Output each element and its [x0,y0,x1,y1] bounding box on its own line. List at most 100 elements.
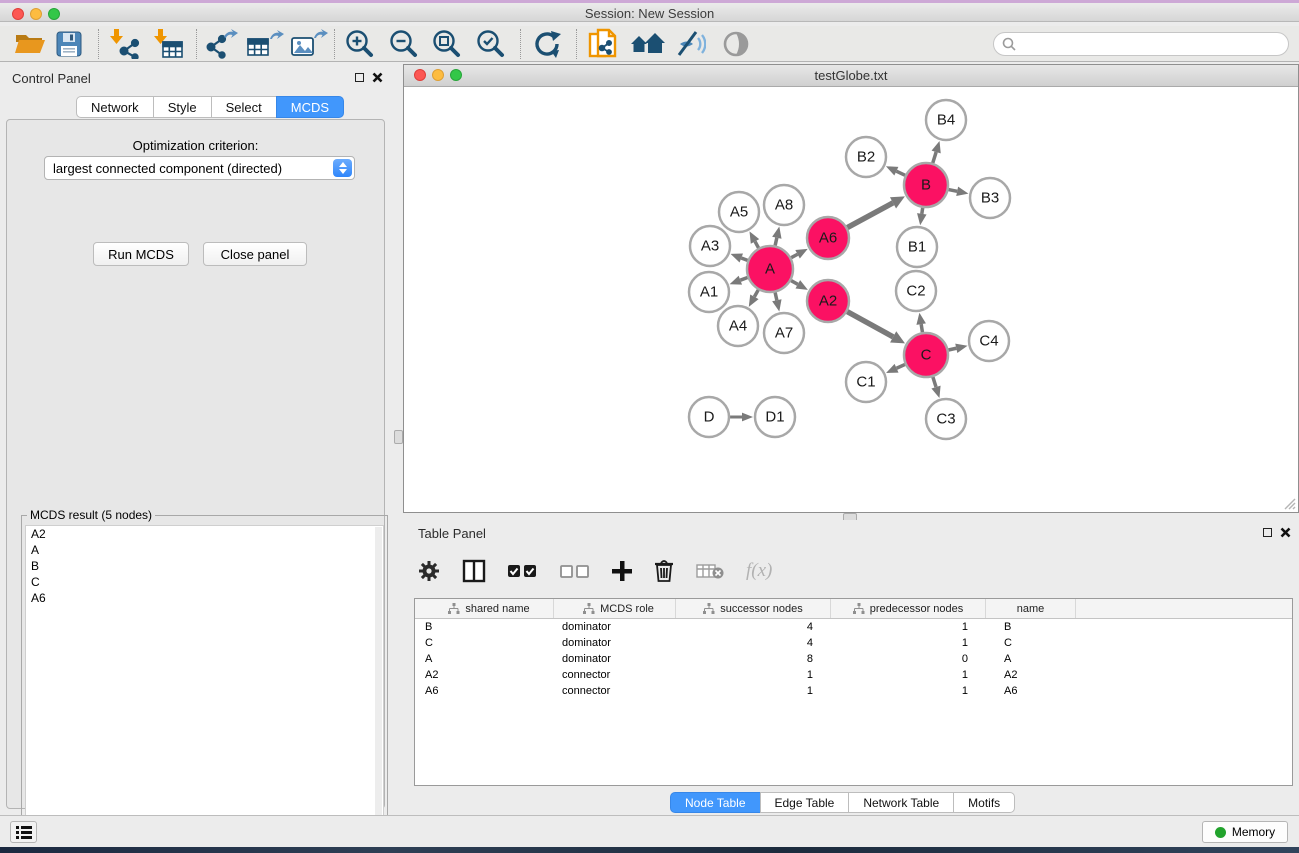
search-field[interactable] [993,32,1289,56]
network-view-window: testGlobe.txt AA6A2BCA5A8A3A1A4A7B2B4B3B… [403,64,1299,513]
graph-edge[interactable] [949,190,958,192]
shared-column-icon [448,603,460,615]
list-item[interactable]: A [26,542,383,558]
close-panel-icon[interactable] [372,72,383,83]
list-item[interactable]: A6 [26,590,383,606]
tab-select[interactable]: Select [211,96,277,118]
graph-edge[interactable] [741,258,747,260]
close-panel-button[interactable]: Close panel [203,242,307,266]
graph-edge[interactable] [740,277,747,280]
graph-edge[interactable] [791,254,797,257]
float-panel-icon[interactable] [1263,528,1272,537]
graph-node-label: A [765,261,775,278]
graph-node-label: D1 [765,409,784,426]
export-table-icon[interactable] [246,27,284,61]
main-toolbar [0,26,1299,62]
clone-network-icon[interactable] [588,27,620,61]
resize-grip-icon[interactable] [1282,496,1296,510]
shared-column-icon [853,603,865,615]
zoom-selected-icon[interactable] [475,27,505,61]
column-header-mcds-role[interactable]: MCDS role [554,599,676,618]
tab-motifs[interactable]: Motifs [953,792,1015,813]
zoom-out-icon[interactable] [388,27,418,61]
graph-edge[interactable] [948,348,956,350]
graph-edge[interactable] [922,208,923,214]
column-header-shared-name[interactable]: shared name [415,599,554,618]
tab-edge-table[interactable]: Edge Table [760,792,850,813]
import-network-icon[interactable] [106,27,140,61]
shared-column-icon [703,603,715,615]
network-view-title: testGlobe.txt [404,68,1298,83]
graph-edge[interactable] [775,238,777,246]
table-row[interactable]: A6 connector 1 1 A6 [415,683,1292,699]
vertical-splitter-handle[interactable] [394,430,403,444]
zoom-fit-icon[interactable] [431,27,461,61]
scrollbar-track[interactable] [375,527,382,852]
select-all-checkboxes-icon[interactable] [508,564,538,578]
graph-node-label: C1 [856,374,875,391]
save-session-icon[interactable] [56,27,82,61]
graph-edge[interactable] [897,364,905,368]
dropdown-stepper-icon [333,159,352,177]
graph-edge[interactable] [754,290,758,297]
panel-list-button[interactable] [10,821,37,843]
home-icon[interactable] [630,27,666,61]
import-table-icon[interactable] [150,27,184,61]
add-column-icon[interactable] [612,561,632,581]
graph-edge[interactable] [755,241,759,247]
open-session-icon[interactable] [14,27,46,61]
graph-edge[interactable] [896,171,905,175]
graph-edge-arrowhead [955,344,967,353]
tab-node-table[interactable]: Node Table [670,792,761,813]
graph-edge[interactable] [775,292,777,300]
column-header-predecessor-nodes[interactable]: predecessor nodes [831,599,986,618]
column-header-name[interactable]: name [986,599,1076,618]
mcds-result-group: MCDS result (5 nodes) A2 A B C A6 [21,515,388,853]
network-window-titlebar[interactable]: testGlobe.txt [404,65,1298,87]
close-panel-icon[interactable] [1280,527,1291,538]
mcds-panel: Optimization criterion: largest connecte… [6,119,385,809]
status-bar: Memory [0,815,1299,847]
graph-node-label: C4 [979,333,998,350]
graph-edge[interactable] [847,203,893,228]
memory-button[interactable]: Memory [1202,821,1288,843]
deselect-all-checkboxes-icon[interactable] [560,564,590,578]
tab-style[interactable]: Style [153,96,212,118]
graph-edge[interactable] [921,324,922,332]
titlebar: Session: New Session [0,0,1299,22]
table-settings-gear-icon[interactable] [418,560,440,582]
export-image-icon[interactable] [290,27,328,61]
control-panel-tabs: Network Style Select MCDS [76,96,344,118]
list-item[interactable]: A2 [26,526,383,542]
graph-edge[interactable] [847,312,893,337]
table-row[interactable]: A2 connector 1 1 A2 [415,667,1292,683]
column-header-successor-nodes[interactable]: successor nodes [676,599,831,618]
search-input[interactable] [1020,37,1288,51]
hide-panels-icon[interactable] [674,27,706,61]
graph-edge[interactable] [791,281,798,285]
run-mcds-button[interactable]: Run MCDS [93,242,189,266]
tab-network-table[interactable]: Network Table [848,792,954,813]
refresh-view-icon[interactable] [532,27,562,61]
export-network-icon[interactable] [204,27,238,61]
column-selector-icon[interactable] [462,559,486,583]
graph-edge[interactable] [933,377,936,387]
delete-column-trash-icon[interactable] [654,559,674,583]
graph-edge-arrowhead [772,299,781,311]
graph-edge[interactable] [933,152,936,163]
window-title: Session: New Session [0,6,1299,21]
list-item[interactable]: B [26,558,383,574]
memory-status-icon [1215,827,1226,838]
graph-node-label: B3 [981,190,999,207]
criterion-dropdown[interactable]: largest connected component (directed) [44,156,355,180]
tab-mcds[interactable]: MCDS [276,96,344,118]
table-row[interactable]: B dominator 4 1 B [415,619,1292,635]
table-row[interactable]: C dominator 4 1 C [415,635,1292,651]
float-panel-icon[interactable] [355,73,364,82]
network-graph[interactable]: AA6A2BCA5A8A3A1A4A7B2B4B3B1C2C4C1C3DD1 [404,87,1298,512]
list-item[interactable]: C [26,574,383,590]
table-row[interactable]: A dominator 8 0 A [415,651,1292,667]
graph-node-label: A5 [730,204,748,221]
tab-network[interactable]: Network [76,96,154,118]
zoom-in-icon[interactable] [344,27,374,61]
